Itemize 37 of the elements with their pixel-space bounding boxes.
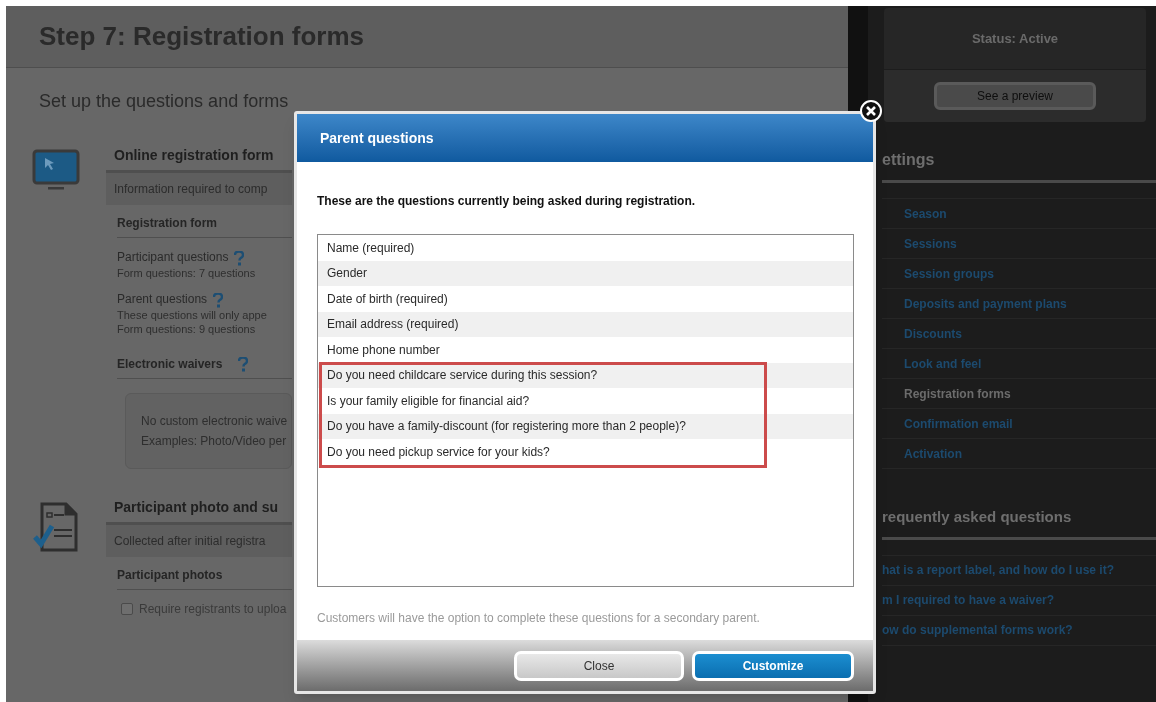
settings-link[interactable]: Sessions	[882, 229, 1156, 259]
question-group-label: Parent questions	[117, 291, 208, 308]
question-group-label: Participant questions	[117, 249, 229, 266]
help-icon[interactable]	[213, 293, 224, 308]
settings-link[interactable]: Registration forms	[882, 379, 1156, 409]
settings-link[interactable]: Session groups	[882, 259, 1156, 289]
settings-link[interactable]: Confirmation email	[882, 409, 1156, 439]
settings-link[interactable]: Deposits and payment plans	[882, 289, 1156, 319]
close-button[interactable]: Close	[514, 650, 684, 681]
question-group-detail: Form questions: 7 questions	[117, 266, 257, 280]
dialog-title: Parent questions	[320, 128, 434, 148]
computer-screen-icon	[32, 149, 80, 193]
faq-link[interactable]: m I required to have a waiver?	[882, 585, 1156, 616]
help-icon[interactable]	[238, 356, 249, 372]
settings-heading: ettings	[882, 148, 1156, 183]
checkbox[interactable]	[121, 603, 133, 615]
customize-button[interactable]: Customize	[692, 650, 854, 681]
question-row: Gender	[318, 260, 853, 286]
dialog-note: Customers will have the option to complete these questions for a secondary parent.	[317, 610, 761, 627]
question-row: Email address (required)	[318, 311, 853, 337]
dialog-instruction: These are the questions currently being asked during registration.	[317, 193, 697, 210]
preview-button[interactable]: See a preview	[934, 82, 1096, 110]
settings-link[interactable]: Season	[882, 199, 1156, 229]
question-row: Do you have a family-discount (for registering more than 2 people)?	[318, 413, 853, 439]
group-heading: Participant photos	[117, 567, 223, 584]
help-icon[interactable]	[234, 251, 245, 266]
faq-link[interactable]: ow do supplemental forms work?	[882, 615, 1156, 646]
settings-link[interactable]: Look and feel	[882, 349, 1156, 379]
settings-link[interactable]: Activation	[882, 439, 1156, 469]
intro-text: Set up the questions and forms	[39, 90, 290, 113]
group-heading: Registration form	[117, 215, 217, 232]
faq-link[interactable]: hat is a report label, and how do I use it?	[882, 555, 1156, 586]
document-check-icon	[32, 501, 80, 555]
group-heading: Electronic waivers	[117, 356, 223, 373]
settings-link[interactable]: Discounts	[882, 319, 1156, 349]
faq-heading: requently asked questions	[882, 506, 1156, 540]
status-text: Status: Active	[971, 29, 1059, 48]
